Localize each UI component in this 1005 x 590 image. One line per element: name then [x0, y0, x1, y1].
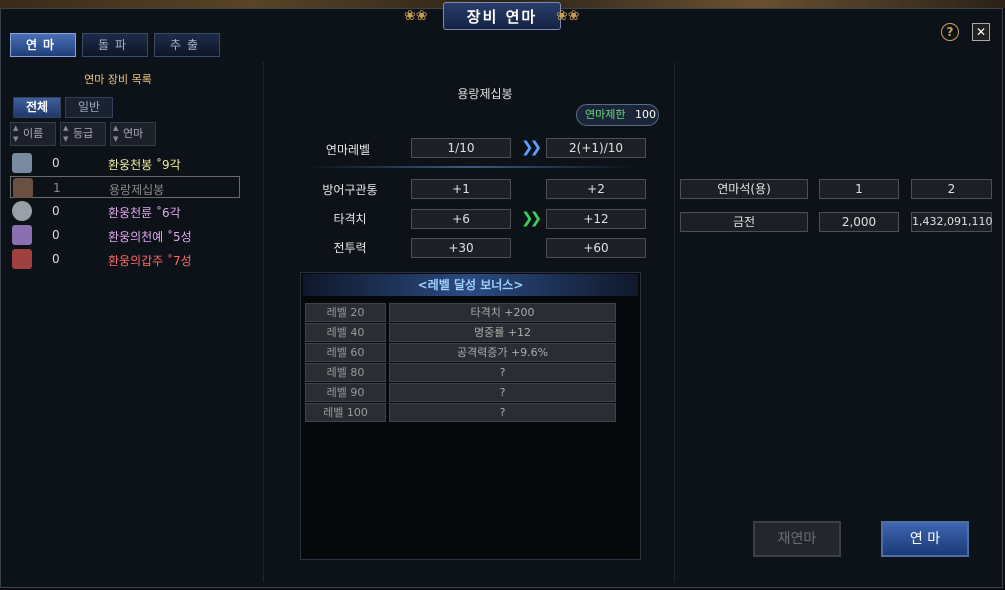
stat-current: +30 — [411, 238, 511, 258]
filter-normal[interactable]: 일반 — [65, 97, 113, 118]
staff-icon — [13, 178, 33, 198]
stat-next: +60 — [546, 238, 646, 258]
divider — [305, 166, 637, 168]
armor-red-icon — [12, 249, 32, 269]
arrow-right-icon: ❯❯ — [521, 138, 542, 156]
list-item[interactable]: 0 환웅천봉 ˚9각 — [10, 152, 240, 174]
sort-arrows-icon: ▲ ▼ — [63, 124, 69, 143]
bonus-value: ? — [389, 363, 616, 382]
list-item[interactable]: 0 환웅의천예 ˚5성 — [10, 224, 240, 246]
bonus-value: ? — [389, 403, 616, 422]
gold-owned: 1,432,091,110 — [911, 212, 992, 232]
title-ornament-right-icon: ❀❀ — [556, 8, 580, 24]
refine-level-label: 연마레벨 — [325, 143, 371, 157]
bonus-value: 공격력증가 +9.6% — [389, 343, 616, 362]
bonus-level: 레벨 90 — [305, 383, 386, 402]
material-name: 연마석(용) — [680, 179, 808, 199]
bonus-value: 명중률 +12 — [389, 323, 616, 342]
filter-all[interactable]: 전체 — [13, 97, 61, 118]
stat-label: 타격치 — [333, 212, 367, 226]
bonus-level: 레벨 100 — [305, 403, 386, 422]
close-button[interactable]: ✕ — [972, 23, 990, 41]
stat-label: 전투력 — [333, 241, 367, 255]
bonus-level: 레벨 40 — [305, 323, 386, 342]
stat-next: +12 — [546, 209, 646, 229]
sort-refine-button[interactable]: ▲ ▼ 연마 — [110, 122, 156, 146]
list-item[interactable]: 0 환웅천륜 ˚6각 — [10, 200, 240, 222]
armor-icon — [12, 225, 32, 245]
title-ornament-left-icon: ❀❀ — [404, 8, 428, 24]
refine-button[interactable]: 연 마 — [881, 521, 969, 557]
stat-label: 방어구관통 — [322, 183, 378, 197]
bonus-value: ? — [389, 383, 616, 402]
refine-level-next: 2(+1)/10 — [546, 138, 646, 158]
sort-grade-button[interactable]: ▲ ▼ 등급 — [60, 122, 106, 146]
stat-current: +1 — [411, 179, 511, 199]
bonus-level: 레벨 20 — [305, 303, 386, 322]
sort-arrows-icon: ▲ ▼ — [13, 124, 19, 143]
arrow-right-icon: ❯❯ — [521, 209, 542, 227]
sort-name-button[interactable]: ▲ ▼ 이름 — [10, 122, 56, 146]
re-refine-button[interactable]: 재연마 — [753, 521, 841, 557]
tab-refine[interactable]: 연마 — [10, 33, 76, 57]
material-owned: 2 — [911, 179, 992, 199]
tab-extract[interactable]: 추출 — [154, 33, 220, 57]
list-header: 연마 장비 목록 — [84, 73, 152, 86]
material-required: 1 — [819, 179, 899, 199]
spear-icon — [12, 153, 32, 173]
ring-icon — [12, 201, 32, 221]
bonus-value: 타격치 +200 — [389, 303, 616, 322]
tab-breakthrough[interactable]: 돌파 — [82, 33, 148, 57]
list-item-selected[interactable]: 1 용랑제십봉 — [10, 176, 240, 198]
selected-item-name: 용랑제십봉 — [457, 87, 513, 101]
bonus-level: 레벨 60 — [305, 343, 386, 362]
sort-arrows-icon: ▲ ▼ — [113, 124, 119, 143]
refine-level-current: 1/10 — [411, 138, 511, 158]
cost-panel — [676, 62, 998, 582]
list-item[interactable]: 0 환웅의갑주 ˚7성 — [10, 248, 240, 270]
refine-limit-badge: 연마제한 100 — [576, 104, 659, 126]
stat-current: +6 — [411, 209, 511, 229]
help-button[interactable]: ? — [941, 23, 959, 41]
bonus-title: <레벨 달성 보너스> — [303, 274, 638, 296]
gold-name: 금전 — [680, 212, 808, 232]
bonus-level: 레벨 80 — [305, 363, 386, 382]
gold-required: 2,000 — [819, 212, 899, 232]
stat-next: +2 — [546, 179, 646, 199]
window-title: 장비 연마 — [443, 2, 561, 30]
